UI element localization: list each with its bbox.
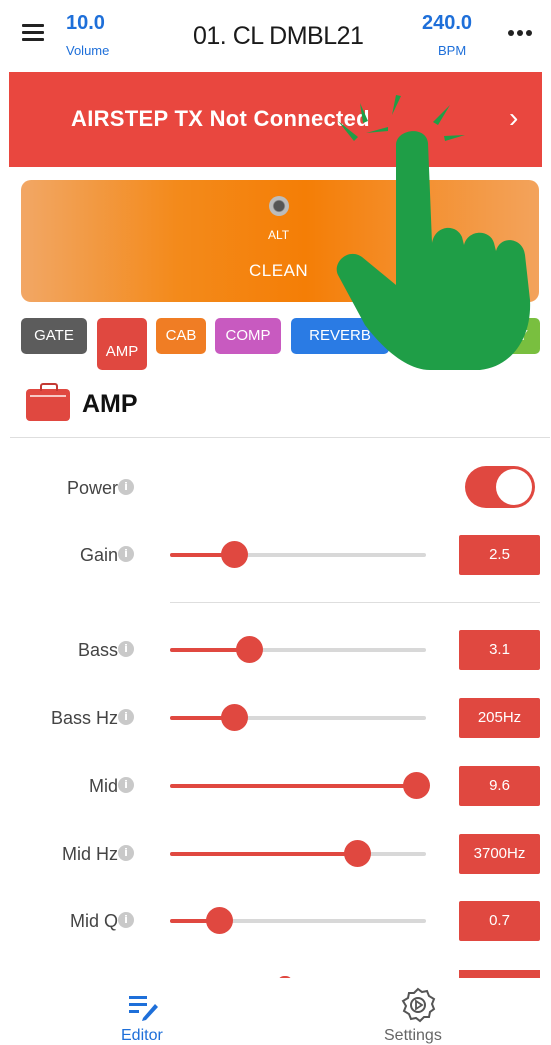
slider-knob[interactable] [221, 541, 248, 568]
mid-value[interactable]: 9.6 [459, 766, 540, 806]
slider-fill [170, 784, 416, 788]
bass-value[interactable]: 3.1 [459, 630, 540, 670]
bass-hz-label: Bass Hz [50, 708, 118, 728]
slider-knob[interactable] [344, 840, 371, 867]
bass-hz-slider[interactable] [170, 704, 426, 731]
preset-name: CLEAN [249, 261, 309, 280]
tap-hand-icon [336, 95, 531, 370]
section-title: AMP [82, 390, 138, 418]
mid-q-value[interactable]: 0.7 [459, 901, 540, 941]
bass-slider[interactable] [170, 636, 426, 663]
power-label: Power [66, 478, 118, 498]
section-divider [10, 437, 550, 438]
volume-value[interactable]: 10.0 [66, 12, 105, 35]
bpm-value[interactable]: 240.0 [422, 12, 472, 35]
alt-label: ALT [268, 228, 290, 242]
info-icon[interactable]: i [118, 777, 134, 793]
slider-knob[interactable] [206, 907, 233, 934]
info-icon[interactable]: i [118, 546, 134, 562]
hamburger-menu-icon[interactable] [22, 24, 46, 44]
mid-q-slider[interactable] [170, 907, 426, 934]
bass-hz-value[interactable]: 205Hz [459, 698, 540, 738]
power-toggle[interactable] [465, 466, 535, 508]
app-header: 10.0 Volume 01. CL DMBL21 240.0 BPM [0, 0, 551, 70]
editor-icon[interactable] [127, 992, 161, 1022]
slider-knob[interactable] [221, 704, 248, 731]
nav-settings-label[interactable]: Settings [384, 1027, 442, 1045]
gain-value[interactable]: 2.5 [459, 535, 540, 575]
slider-knob[interactable] [403, 772, 430, 799]
bottom-navigation [0, 978, 551, 1043]
settings-gear-icon[interactable] [399, 986, 437, 1024]
mid-slider[interactable] [170, 772, 430, 799]
mid-hz-value[interactable]: 3700Hz [459, 834, 540, 874]
mid-label: Mid [88, 776, 118, 796]
param-divider [170, 602, 540, 603]
slider-knob[interactable] [236, 636, 263, 663]
tab-amp-label: AMP [105, 343, 139, 360]
amp-icon [26, 383, 70, 421]
gain-slider[interactable] [170, 541, 426, 568]
tab-comp[interactable]: COMP [215, 318, 281, 354]
more-options-icon[interactable] [508, 30, 532, 38]
preset-title[interactable]: 01. CL DMBL21 [193, 22, 364, 51]
volume-label: Volume [66, 43, 110, 58]
tab-gate[interactable]: GATE [21, 318, 87, 354]
toggle-thumb [496, 469, 532, 505]
info-icon[interactable]: i [118, 845, 134, 861]
gain-label: Gain [79, 545, 118, 565]
info-icon[interactable]: i [118, 479, 134, 495]
tab-amp[interactable]: AMP [97, 318, 147, 370]
mid-q-label: Mid Q [69, 911, 118, 931]
tab-cab[interactable]: CAB [156, 318, 206, 354]
nav-editor-label[interactable]: Editor [121, 1027, 163, 1045]
connection-status-text: AIRSTEP TX Not Connected [71, 106, 370, 131]
mid-hz-slider[interactable] [170, 840, 426, 867]
info-icon[interactable]: i [118, 641, 134, 657]
bpm-label: BPM [438, 43, 467, 58]
bass-label: Bass [77, 640, 118, 660]
info-icon[interactable]: i [118, 709, 134, 725]
info-icon[interactable]: i [118, 912, 134, 928]
led-indicator [269, 196, 289, 216]
slider-fill [170, 852, 357, 856]
mid-hz-label: Mid Hz [61, 844, 118, 864]
